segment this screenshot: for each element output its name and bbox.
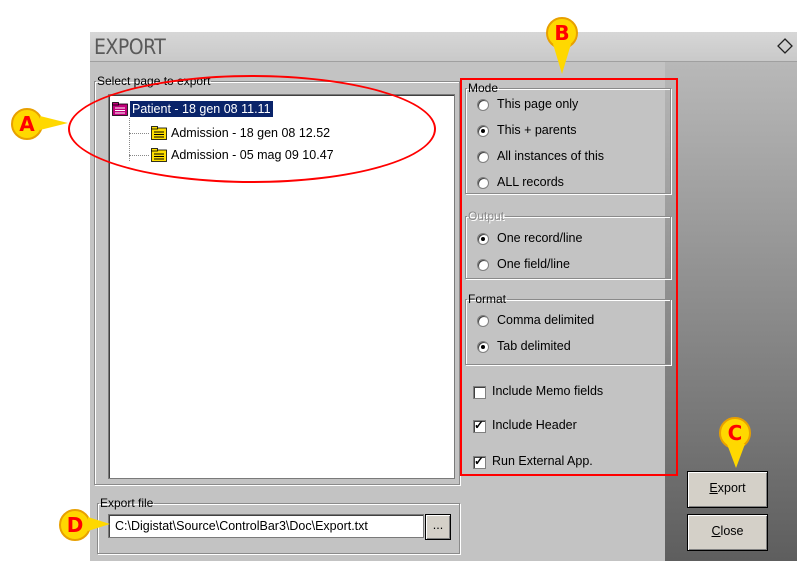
callout-b-label: B xyxy=(554,21,570,45)
callout-a-pointer xyxy=(40,116,68,130)
highlight-ellipse-a xyxy=(68,75,436,183)
close-button[interactable]: Close xyxy=(687,514,768,551)
export-file-input[interactable]: C:\Digistat\Source\ControlBar3\Doc\Expor… xyxy=(108,514,424,538)
callout-a-label: A xyxy=(19,112,35,136)
export-button[interactable]: Export xyxy=(687,471,768,508)
diamond-icon[interactable] xyxy=(777,38,793,54)
export-file-group-label: Export file xyxy=(100,496,154,510)
callout-c-label: C xyxy=(727,421,743,445)
callout-d-label: D xyxy=(66,513,84,537)
title-bar: EXPORT xyxy=(90,32,797,62)
browse-button[interactable]: ... xyxy=(425,514,451,540)
dialog-title: EXPORT xyxy=(94,35,166,59)
highlight-rect-b xyxy=(460,78,678,476)
